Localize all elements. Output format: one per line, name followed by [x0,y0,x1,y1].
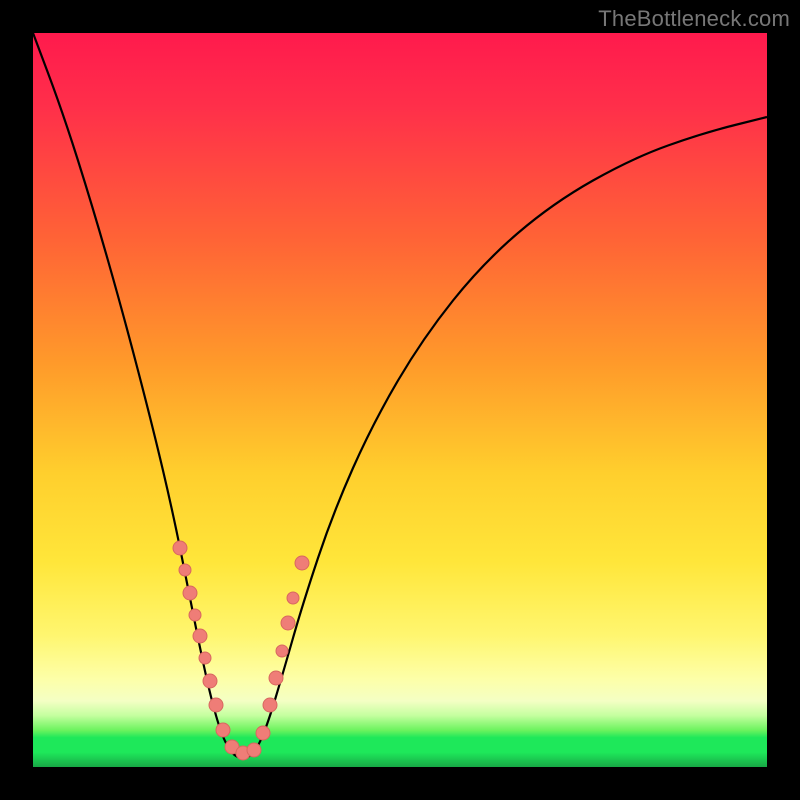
curve-marker [263,698,277,712]
curve-marker [209,698,223,712]
curve-marker [247,743,261,757]
curve-marker [276,645,288,657]
chart-frame: TheBottleneck.com [0,0,800,800]
curve-marker [216,723,230,737]
curve-marker [199,652,211,664]
curve-marker [193,629,207,643]
curve-layer [33,33,767,767]
curve-marker [179,564,191,576]
curve-marker [173,541,187,555]
curve-marker [183,586,197,600]
curve-marker [269,671,283,685]
curve-marker [189,609,201,621]
curve-marker [203,674,217,688]
curve-marker [256,726,270,740]
curve-marker [281,616,295,630]
bottleneck-curve [33,33,767,758]
watermark-text: TheBottleneck.com [598,6,790,32]
curve-marker [295,556,309,570]
curve-marker [287,592,299,604]
